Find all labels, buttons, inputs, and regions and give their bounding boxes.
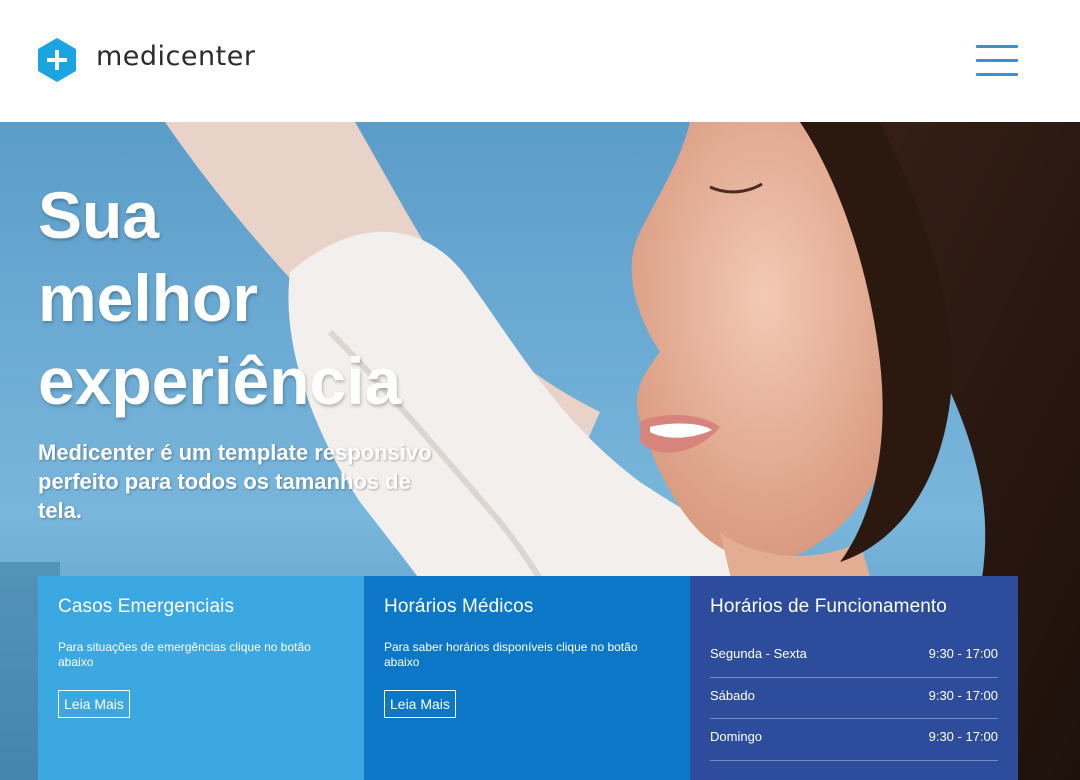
hero-title-line-3: experiência [38,344,402,418]
info-boxes: Casos Emergenciais Para situações de eme… [38,576,1018,780]
opening-hours-box: Horários de Funcionamento Segunda - Sext… [690,576,1018,780]
hours-day: Domingo [710,729,763,744]
opening-hours-box-title: Horários de Funcionamento [710,596,947,617]
doctors-hours-box: Horários Médicos Para saber horários dis… [364,576,690,780]
emergency-box: Casos Emergenciais Para situações de eme… [38,576,364,780]
hours-row: Domingo 9:30 - 17:00 [710,719,998,761]
brand-name: medicenter [96,40,256,72]
hero-title: Sua melhor experiência [38,174,598,423]
emergency-read-more-button[interactable]: Leia Mais [58,690,130,718]
hours-row: Segunda - Sexta 9:30 - 17:00 [710,636,998,678]
emergency-box-text: Para situações de emergências clique no … [58,640,311,669]
hero-banner: Sua melhor experiência Medicenter é um t… [0,122,1080,780]
hero-title-line-1: Sua [38,178,160,252]
site-header: medicenter [0,0,1080,122]
hero-subtitle: Medicenter é um template responsivo perf… [38,440,432,523]
medical-cross-hexagon-icon [38,38,76,82]
doctors-hours-read-more-button[interactable]: Leia Mais [384,690,456,718]
hours-time: 9:30 - 17:00 [928,687,998,703]
hours-day: Sábado [710,687,755,703]
hours-time: 9:30 - 17:00 [928,729,998,744]
hours-row: Sábado 9:30 - 17:00 [710,678,998,719]
opening-hours-list: Segunda - Sexta 9:30 - 17:00 Sábado 9:30… [710,636,998,761]
hours-time: 9:30 - 17:00 [928,646,998,661]
hours-day: Segunda - Sexta [710,646,807,661]
hero-title-line-2: melhor [38,261,259,335]
doctors-hours-box-text: Para saber horários disponíveis clique n… [384,640,638,669]
logo[interactable]: medicenter [38,38,255,82]
hamburger-menu-icon[interactable] [976,45,1018,79]
doctors-hours-box-title: Horários Médicos [384,596,534,617]
emergency-box-title: Casos Emergenciais [58,596,235,617]
